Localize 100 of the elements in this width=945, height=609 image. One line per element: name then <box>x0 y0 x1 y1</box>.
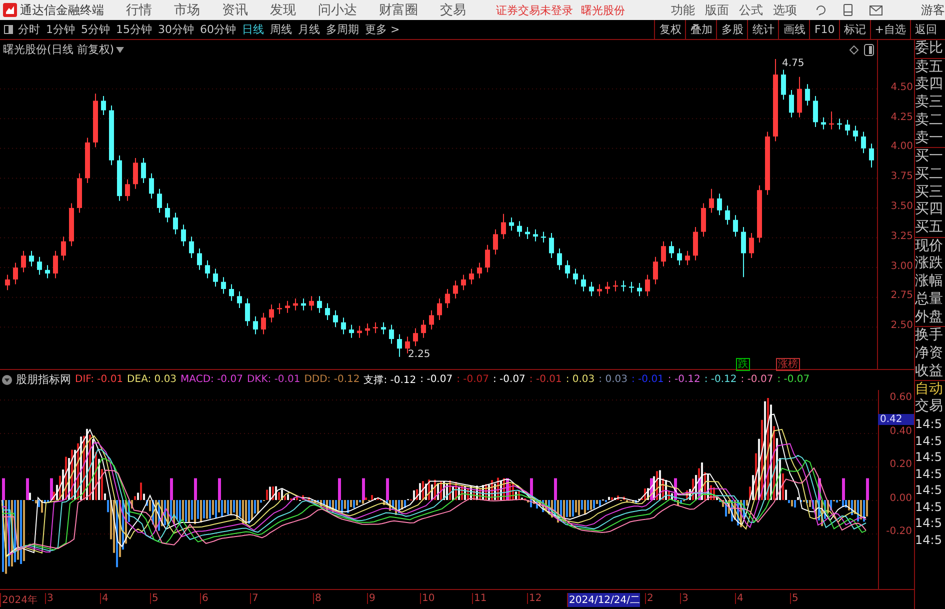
menu-item[interactable]: 公式 <box>739 2 763 18</box>
indicator-value: MACD: -0.07 <box>180 374 243 385</box>
candlestick <box>733 214 738 238</box>
candlestick <box>469 268 474 285</box>
panel-toggle-icon[interactable] <box>4 25 13 34</box>
date-label: 9 <box>367 593 376 604</box>
period-tab[interactable]: 15分钟 <box>116 22 152 37</box>
quote-field-label: 买二 <box>915 166 944 184</box>
candlestick <box>509 217 514 232</box>
indicator-name[interactable]: 股朋指标网 <box>16 372 71 387</box>
candlestick <box>581 274 586 292</box>
status-notice[interactable]: 证券交易未登录 <box>496 2 573 18</box>
dropdown-icon[interactable] <box>116 46 124 52</box>
price-low-label: 2.25 <box>408 349 430 360</box>
menu-item[interactable]: 功能 <box>671 2 695 18</box>
candlestick <box>565 260 570 279</box>
candlestick <box>229 284 234 302</box>
candlestick <box>349 324 354 338</box>
candlestick <box>181 224 186 247</box>
quote-field-label: 涨跌 <box>915 255 944 274</box>
quote-field-label: 外盘 <box>915 308 945 328</box>
candlestick <box>133 157 138 190</box>
candlestick <box>797 76 802 118</box>
menu-item[interactable]: 交易 <box>440 1 466 19</box>
candlestick <box>645 274 650 297</box>
candlestick <box>453 280 458 300</box>
date-label: 2 <box>645 593 654 604</box>
candlestick <box>861 131 866 154</box>
candlestick <box>341 317 346 335</box>
candlestick <box>725 205 730 226</box>
axis-label: 3.75 <box>890 171 913 182</box>
menu-item[interactable]: 市场 <box>174 1 200 19</box>
layout-icon[interactable] <box>864 44 874 56</box>
quote-field-label: 卖一 <box>915 130 945 148</box>
candlestick <box>29 250 34 267</box>
candlestick <box>309 296 314 311</box>
period-tab[interactable]: 月线 <box>298 22 320 37</box>
date-label: 3 <box>45 593 54 604</box>
candlestick <box>573 268 578 285</box>
quote-field-label: 换手 <box>915 327 944 345</box>
quote-field-label: 涨幅 <box>915 273 944 291</box>
status-notice[interactable]: 曙光股份 <box>581 2 625 18</box>
candlestick <box>461 274 466 291</box>
candlestick <box>397 334 402 358</box>
period-tab[interactable]: 30分钟 <box>158 22 194 37</box>
menu-item[interactable]: 行情 <box>126 1 152 19</box>
menu-item[interactable]: 资讯 <box>222 1 248 19</box>
candlestick <box>437 298 442 320</box>
indicator-value: : -0.07 <box>420 374 453 385</box>
candlestick <box>429 310 434 330</box>
menu-item[interactable]: 问小达 <box>318 1 357 19</box>
quote-field-label: 委比 <box>915 40 945 59</box>
phone-icon[interactable] <box>843 4 853 16</box>
axis-label: 3.25 <box>890 230 913 242</box>
period-tab[interactable]: 60分钟 <box>200 22 236 37</box>
candlestick <box>421 319 426 338</box>
date-label: 2024/12/24/二 <box>567 593 640 607</box>
menu-item[interactable]: 发现 <box>270 1 296 19</box>
quote-field-label: 买四 <box>915 201 944 220</box>
dropdown-icon[interactable] <box>2 374 12 384</box>
candlestick <box>357 325 362 338</box>
candlestick <box>805 84 810 106</box>
diamond-icon[interactable] <box>849 45 859 55</box>
date-label: 5 <box>150 593 158 604</box>
mail-icon[interactable] <box>869 4 883 16</box>
period-tab[interactable]: 更多 > <box>365 22 400 37</box>
indicator-value: DKK: -0.01 <box>246 374 300 385</box>
mode-label[interactable]: 自动 <box>915 381 945 398</box>
indicator-value: : -0.12 <box>704 374 737 385</box>
indicator-value: : -0.07 <box>493 374 526 385</box>
candlestick <box>245 298 250 326</box>
period-tab[interactable]: 周线 <box>270 22 292 37</box>
candlestick <box>821 116 826 130</box>
axis-label: 0.40 <box>890 426 912 436</box>
axis-label: 4.25 <box>890 112 913 123</box>
candlestick <box>205 260 210 279</box>
period-tab[interactable]: 分时 <box>18 22 40 37</box>
candlestick <box>653 256 658 285</box>
candlestick <box>541 231 546 244</box>
trade-time: 14:5 <box>915 482 943 499</box>
menu-item[interactable]: 选项 <box>773 2 797 18</box>
menu-item[interactable]: 财富圈 <box>379 1 418 19</box>
candlestick <box>445 288 450 309</box>
period-tab[interactable]: 日线 <box>242 22 264 37</box>
period-tab[interactable]: 1分钟 <box>46 22 75 37</box>
candlestick <box>741 226 746 278</box>
quote-field-label: 卖二 <box>915 112 944 130</box>
user-name[interactable]: 游客 <box>921 2 945 18</box>
menu-item[interactable]: 版面 <box>705 2 729 18</box>
candlestick <box>21 250 26 273</box>
period-tab[interactable]: 5分钟 <box>81 22 110 37</box>
quote-field-label: 卖四 <box>915 76 944 94</box>
period-tab[interactable]: 多周期 <box>326 22 359 37</box>
trade-time: 14:5 <box>915 498 943 516</box>
candlestick <box>333 310 338 328</box>
candlestick <box>141 157 146 184</box>
candlestick <box>533 228 538 242</box>
candlestick <box>381 322 386 335</box>
candlestick <box>5 274 10 291</box>
candlestick <box>197 248 202 270</box>
